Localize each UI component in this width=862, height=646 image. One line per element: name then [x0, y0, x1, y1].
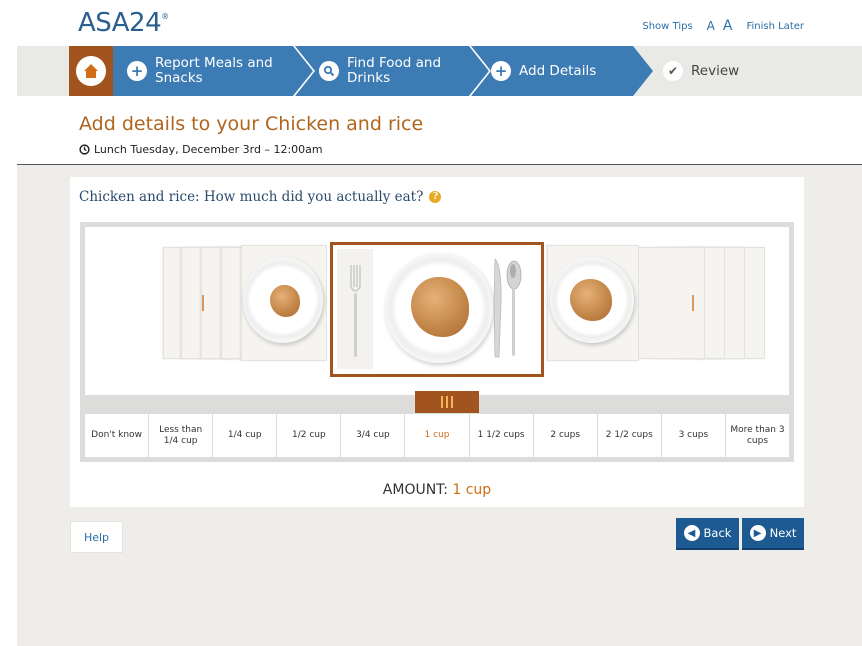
amount-readout: AMOUNT: 1 cup: [382, 482, 492, 498]
portion-card: Chicken and rice: How much did you actua…: [70, 177, 804, 507]
step-find-food[interactable]: Find Food and Drinks: [319, 46, 441, 96]
food-portion: [570, 279, 612, 321]
clock-icon: [79, 144, 90, 155]
portion-question: Chicken and rice: How much did you actua…: [79, 189, 442, 205]
plus-icon: +: [491, 61, 511, 81]
portion-option[interactable]: 2 1/2 cups: [598, 414, 662, 457]
home-icon: [76, 56, 106, 86]
portion-scale: Don't know Less than 1/4 cup 1/4 cup 1/2…: [85, 413, 789, 457]
step-add-details[interactable]: + Add Details: [491, 46, 596, 96]
check-icon: ✔: [663, 61, 683, 81]
plate-card-stack: [635, 247, 705, 359]
font-size-large-button[interactable]: A: [723, 18, 733, 34]
portion-option[interactable]: More than 3 cups: [726, 414, 789, 457]
food-portion: [270, 285, 300, 317]
arrow-right-icon: ▶: [749, 525, 766, 541]
portion-option[interactable]: 1/2 cup: [277, 414, 342, 457]
portion-option[interactable]: 1 1/2 cups: [470, 414, 534, 457]
back-button[interactable]: ◀ Back: [676, 518, 739, 550]
fork-icon: [350, 265, 361, 357]
portion-option-selected[interactable]: 1 cup: [405, 414, 470, 457]
progress-step-bar: + Report Meals and Snacks Find Food and Dr…: [17, 46, 862, 96]
stack-marker: [692, 295, 694, 311]
knife-spoon-icon: [493, 257, 522, 358]
scale-slider-handle[interactable]: [415, 391, 479, 413]
page-title: Add details to your Chicken and rice: [79, 113, 424, 135]
portion-option[interactable]: 3 cups: [662, 414, 726, 457]
plus-icon: +: [127, 61, 147, 81]
asa24-logo: ASA24®: [78, 8, 169, 38]
step-report-meals[interactable]: + Report Meals and Snacks: [127, 46, 273, 96]
show-tips-link[interactable]: Show Tips: [642, 21, 692, 32]
search-icon: [319, 61, 339, 81]
header-links: Show Tips A A Finish Later: [642, 18, 804, 34]
next-button[interactable]: ▶ Next: [742, 518, 804, 550]
arrow-left-icon: ◀: [683, 525, 700, 541]
portion-option[interactable]: 1/4 cup: [213, 414, 278, 457]
font-size-small-button[interactable]: A: [707, 19, 715, 33]
home-button[interactable]: [69, 46, 113, 96]
portion-option[interactable]: 2 cups: [534, 414, 598, 457]
help-button[interactable]: Help: [70, 521, 123, 553]
meal-info: Lunch Tuesday, December 3rd – 12:00am: [79, 143, 323, 156]
stack-marker: [202, 295, 204, 311]
hint-icon[interactable]: ?: [429, 191, 442, 203]
food-portion: [411, 277, 469, 337]
plate-viewer[interactable]: [85, 227, 789, 395]
portion-option[interactable]: 3/4 cup: [341, 414, 406, 457]
finish-later-link[interactable]: Finish Later: [746, 21, 804, 32]
portion-carousel: Don't know Less than 1/4 cup 1/4 cup 1/2…: [80, 222, 794, 462]
portion-option[interactable]: Don't know: [85, 414, 150, 457]
step-review[interactable]: ✔ Review: [663, 46, 739, 96]
amount-value: 1 cup: [452, 482, 492, 498]
portion-option[interactable]: Less than 1/4 cup: [149, 414, 214, 457]
